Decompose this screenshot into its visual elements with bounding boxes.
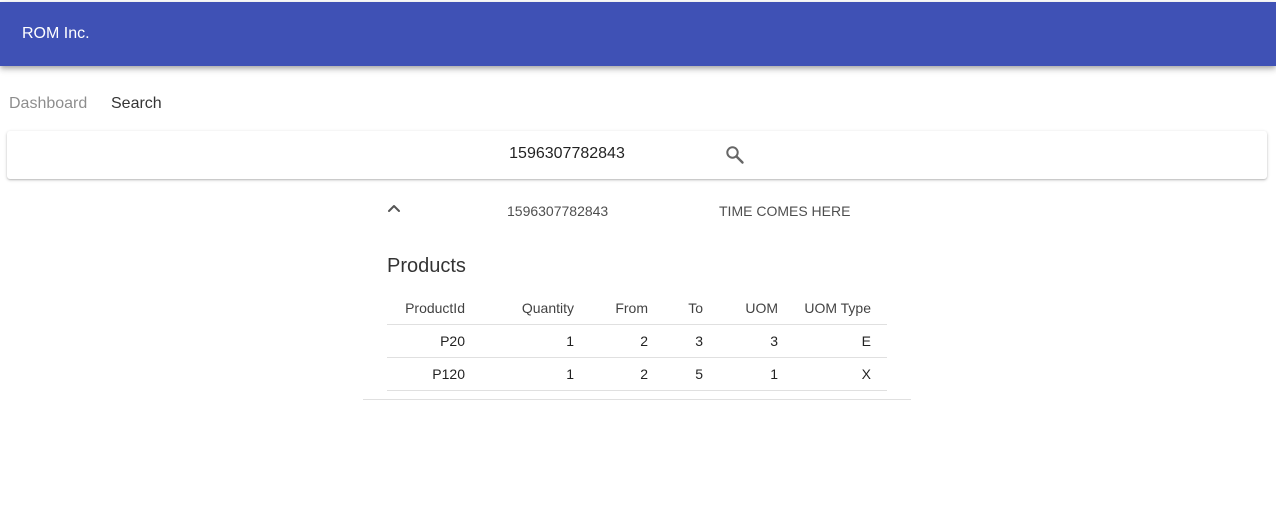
app-title: ROM Inc. — [22, 25, 90, 42]
result-time: TIME COMES HERE — [719, 203, 851, 219]
table-cell: 1 — [481, 324, 590, 358]
search-card — [7, 131, 1267, 179]
table-row: P120 1 2 5 1 X — [387, 357, 887, 391]
table-cell: X — [794, 357, 887, 391]
result-id: 1596307782843 — [507, 203, 609, 219]
column-header-quantity: Quantity — [481, 292, 590, 325]
table-header-row: ProductId Quantity From To UOM UOM Type — [387, 292, 887, 325]
products-table: ProductId Quantity From To UOM UOM Type … — [387, 292, 887, 391]
column-header-to: To — [664, 292, 719, 325]
chevron-up-icon[interactable] — [384, 198, 404, 218]
table-cell: 2 — [590, 357, 664, 391]
result-panel: 1596307782843 TIME COMES HERE Products P… — [363, 186, 911, 400]
products-heading: Products — [387, 255, 466, 277]
table-cell: P20 — [387, 324, 481, 358]
table-cell: 3 — [719, 324, 794, 358]
nav-link-search[interactable]: Search — [111, 94, 162, 114]
search-input[interactable] — [427, 141, 707, 167]
column-header-productid: ProductId — [387, 292, 481, 325]
app-bar: ROM Inc. — [0, 2, 1276, 66]
table-cell: 2 — [590, 324, 664, 358]
table-cell: 1 — [481, 357, 590, 391]
search-icon[interactable] — [723, 143, 747, 167]
column-header-from: From — [590, 292, 664, 325]
table-cell: P120 — [387, 357, 481, 391]
result-panel-header[interactable]: 1596307782843 TIME COMES HERE — [363, 186, 911, 234]
table-row: P20 1 2 3 3 E — [387, 324, 887, 358]
column-header-uom: UOM — [719, 292, 794, 325]
table-cell: 3 — [664, 324, 719, 358]
table-cell: 1 — [719, 357, 794, 391]
column-header-uom-type: UOM Type — [794, 292, 887, 325]
table-cell: E — [794, 324, 887, 358]
nav-link-dashboard[interactable]: Dashboard — [9, 94, 87, 114]
table-cell: 5 — [664, 357, 719, 391]
